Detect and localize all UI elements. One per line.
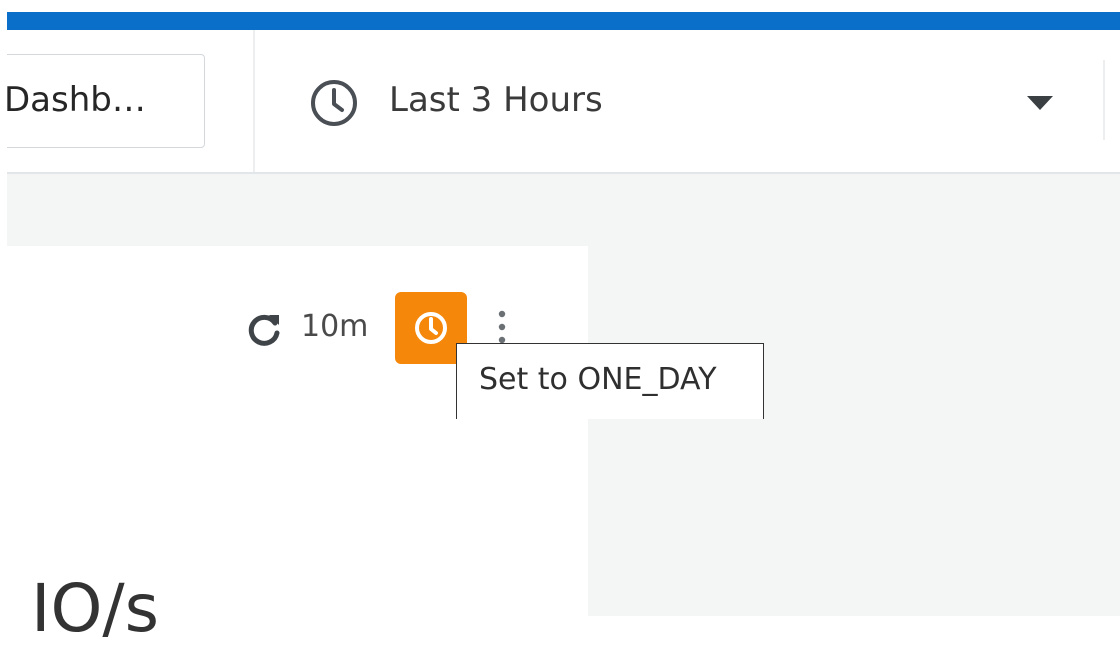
time-range-label: Last 3 Hours <box>389 80 603 120</box>
caret-down-icon <box>1027 96 1053 110</box>
dashboard-selector-label: Dashb… <box>4 80 146 120</box>
toolbar-divider <box>1103 60 1105 140</box>
dashboard-selector-button[interactable]: Dashb… <box>0 54 205 148</box>
toolbar-divider <box>253 30 255 172</box>
widget-panel: 10m IO/s <box>7 246 588 647</box>
top-accent-bar <box>0 12 1120 30</box>
kebab-menu-icon[interactable] <box>495 308 509 348</box>
tooltip-text: Set to ONE_DAY <box>479 362 717 397</box>
clock-icon <box>311 80 357 126</box>
refresh-interval-label: 10m <box>301 309 369 344</box>
dashboard-toolbar: Dashb… Last 3 Hours <box>0 30 1120 174</box>
clock-icon <box>415 312 447 344</box>
left-edge-strip <box>0 0 7 616</box>
tooltip: Set to ONE_DAY <box>456 343 764 419</box>
widget-title: IO/s <box>31 570 160 647</box>
refresh-icon[interactable] <box>245 312 283 350</box>
time-range-picker[interactable]: Last 3 Hours <box>297 54 1077 148</box>
